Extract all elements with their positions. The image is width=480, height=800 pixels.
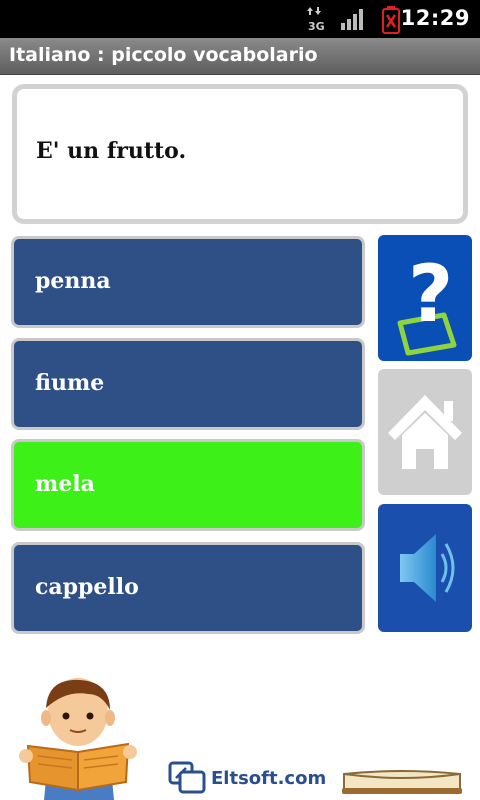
answer-label: cappello (35, 574, 139, 600)
answer-label: mela (35, 471, 95, 497)
network-type-label: 3G (308, 20, 325, 32)
answer-option-penna[interactable]: penna (11, 236, 365, 328)
app-title: Italiano : piccolo vocabolario (9, 44, 318, 66)
speaker-icon (400, 534, 455, 602)
app-title-bar: Italiano : piccolo vocabolario (0, 38, 480, 75)
network-3g-icon: 3G (307, 7, 325, 32)
question-box: E' un frutto. (12, 84, 468, 224)
answer-option-mela[interactable]: mela (11, 439, 365, 531)
answer-label: penna (35, 268, 111, 294)
reader-mascot-illustration (19, 678, 137, 800)
help-button[interactable]: ? (378, 235, 472, 361)
book-icon (342, 770, 462, 794)
home-button[interactable] (378, 369, 472, 495)
battery-empty-icon (382, 6, 400, 34)
eltsoft-logo-icon (168, 761, 206, 794)
status-bar: 3G 12:29 (0, 0, 480, 38)
home-icon (388, 395, 462, 469)
help-icon: ? (397, 250, 457, 356)
svg-text:?: ? (408, 250, 453, 340)
sound-button[interactable] (378, 504, 472, 632)
status-time: 12:29 (400, 6, 470, 30)
brand-name: Eltsoft.com (211, 768, 327, 789)
answer-option-cappello[interactable]: cappello (11, 542, 365, 634)
signal-strength-icon (341, 9, 363, 30)
answer-label: fiume (35, 370, 105, 396)
question-text: E' un frutto. (36, 138, 187, 164)
answer-option-fiume[interactable]: fiume (11, 338, 365, 430)
